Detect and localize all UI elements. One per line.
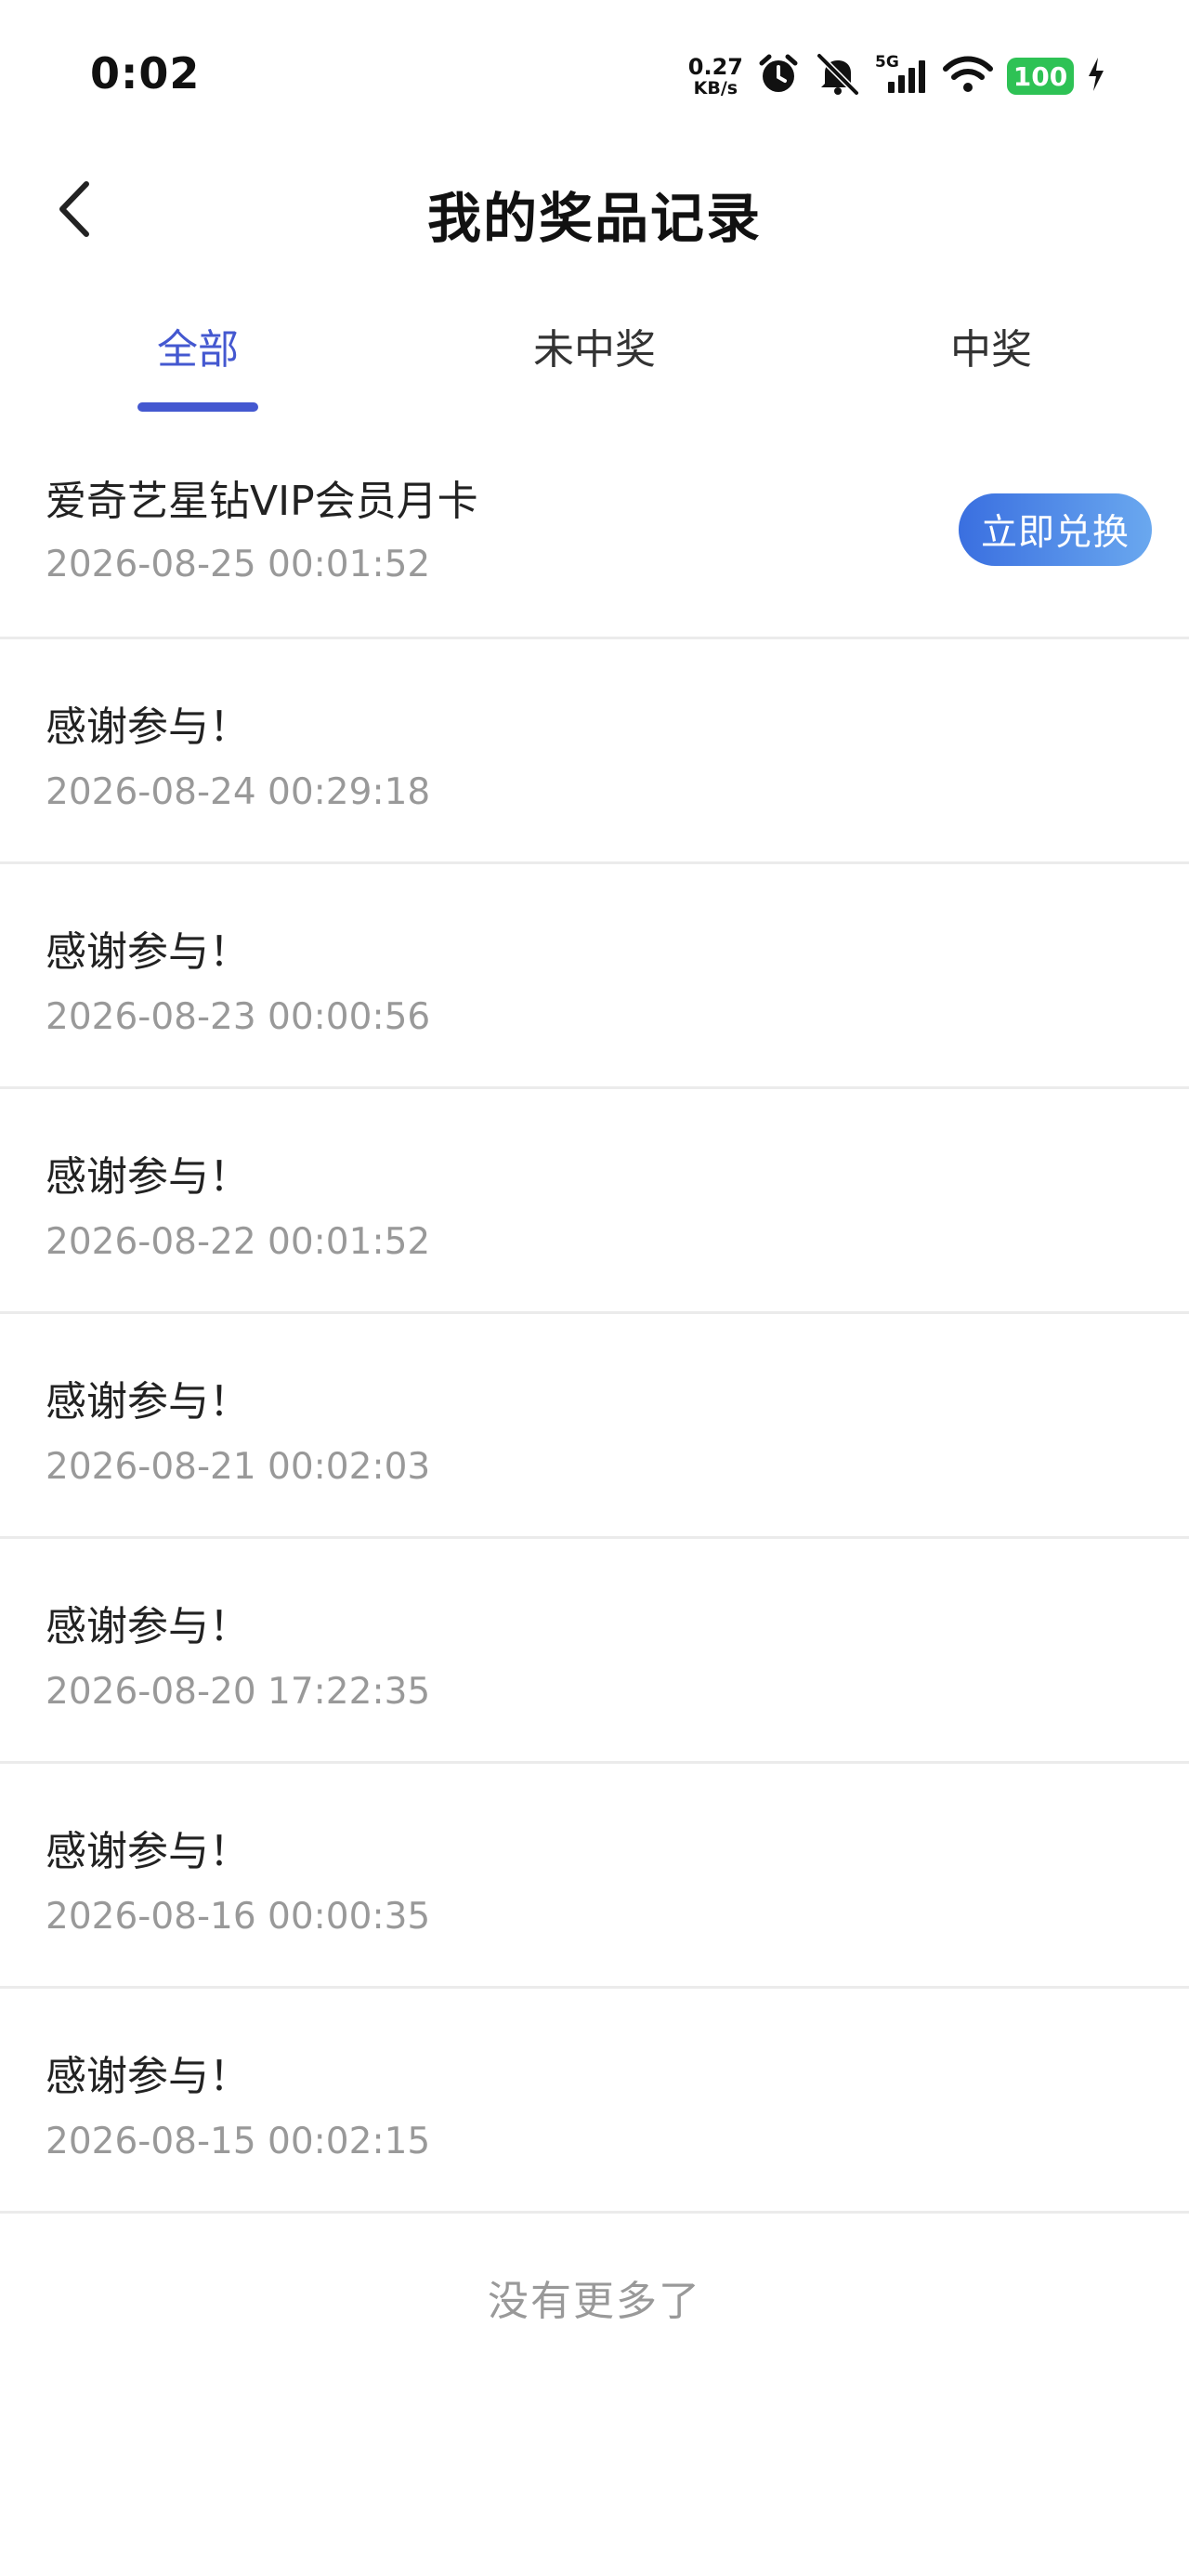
list-item: 感谢参与！ 2026-08-16 00:00:35 xyxy=(0,1764,1189,1989)
battery-icon: 100 xyxy=(1007,58,1074,95)
net-speed: 0.27 KB/s xyxy=(688,56,743,98)
no-more-text: 没有更多了 xyxy=(488,2278,701,2325)
record-time: 2026-08-16 00:00:35 xyxy=(46,1896,431,1938)
record-list: 爱奇艺星钻VIP会员月卡 2026-08-25 00:01:52 立即兑换 感谢… xyxy=(0,412,1189,2214)
list-item: 感谢参与！ 2026-08-21 00:02:03 xyxy=(0,1314,1189,1539)
record-time: 2026-08-24 00:29:18 xyxy=(46,771,431,813)
mute-icon xyxy=(814,52,862,100)
redeem-button[interactable]: 立即兑换 xyxy=(959,493,1152,566)
alarm-icon xyxy=(756,52,801,100)
record-time: 2026-08-22 00:01:52 xyxy=(46,1221,431,1263)
net-speed-value: 0.27 xyxy=(687,53,743,80)
record-name: 感谢参与！ xyxy=(46,2053,250,2100)
list-item: 感谢参与！ 2026-08-23 00:00:56 xyxy=(0,864,1189,1089)
list-item: 感谢参与！ 2026-08-22 00:01:52 xyxy=(0,1089,1189,1314)
tab-bar: 全部 未中奖 中奖 xyxy=(0,302,1189,423)
record-name: 感谢参与！ xyxy=(46,703,250,751)
wifi-icon xyxy=(942,54,994,99)
list-item: 感谢参与！ 2026-08-24 00:29:18 xyxy=(0,639,1189,864)
tab-not-won[interactable]: 未中奖 xyxy=(474,316,715,375)
net-speed-unit: KB/s xyxy=(693,77,738,99)
record-name: 感谢参与！ xyxy=(46,928,250,976)
record-time: 2026-08-23 00:00:56 xyxy=(46,996,431,1038)
record-name: 感谢参与！ xyxy=(46,1153,250,1201)
record-name: 爱奇艺星钻VIP会员月卡 xyxy=(46,478,478,525)
status-time: 0:02 xyxy=(90,48,201,99)
record-time: 2026-08-15 00:02:15 xyxy=(46,2121,431,2162)
page-title: 我的奖品记录 xyxy=(426,187,762,250)
status-icons: 0.27 KB/s 5G 100 xyxy=(688,48,1105,104)
charging-icon xyxy=(1087,56,1105,97)
record-time: 2026-08-25 00:01:52 xyxy=(46,544,431,585)
list-item: 爱奇艺星钻VIP会员月卡 2026-08-25 00:01:52 立即兑换 xyxy=(0,412,1189,639)
status-bar: 0:02 0.27 KB/s 5G 100 xyxy=(0,0,1189,149)
list-item: 感谢参与！ 2026-08-15 00:02:15 xyxy=(0,1989,1189,2214)
battery-level: 100 xyxy=(1013,60,1068,92)
list-item: 感谢参与！ 2026-08-20 17:22:35 xyxy=(0,1539,1189,1764)
tab-won[interactable]: 中奖 xyxy=(870,316,1112,375)
record-name: 感谢参与！ xyxy=(46,1828,250,1875)
record-time: 2026-08-21 00:02:03 xyxy=(46,1446,431,1488)
tab-indicator xyxy=(137,402,258,412)
network-type: 5G xyxy=(875,53,899,72)
tab-all[interactable]: 全部 xyxy=(77,316,319,375)
record-name: 感谢参与！ xyxy=(46,1603,250,1650)
record-name: 感谢参与！ xyxy=(46,1378,250,1426)
signal-icon: 5G xyxy=(875,52,929,100)
record-time: 2026-08-20 17:22:35 xyxy=(46,1671,431,1713)
header: 我的奖品记录 xyxy=(0,149,1189,269)
